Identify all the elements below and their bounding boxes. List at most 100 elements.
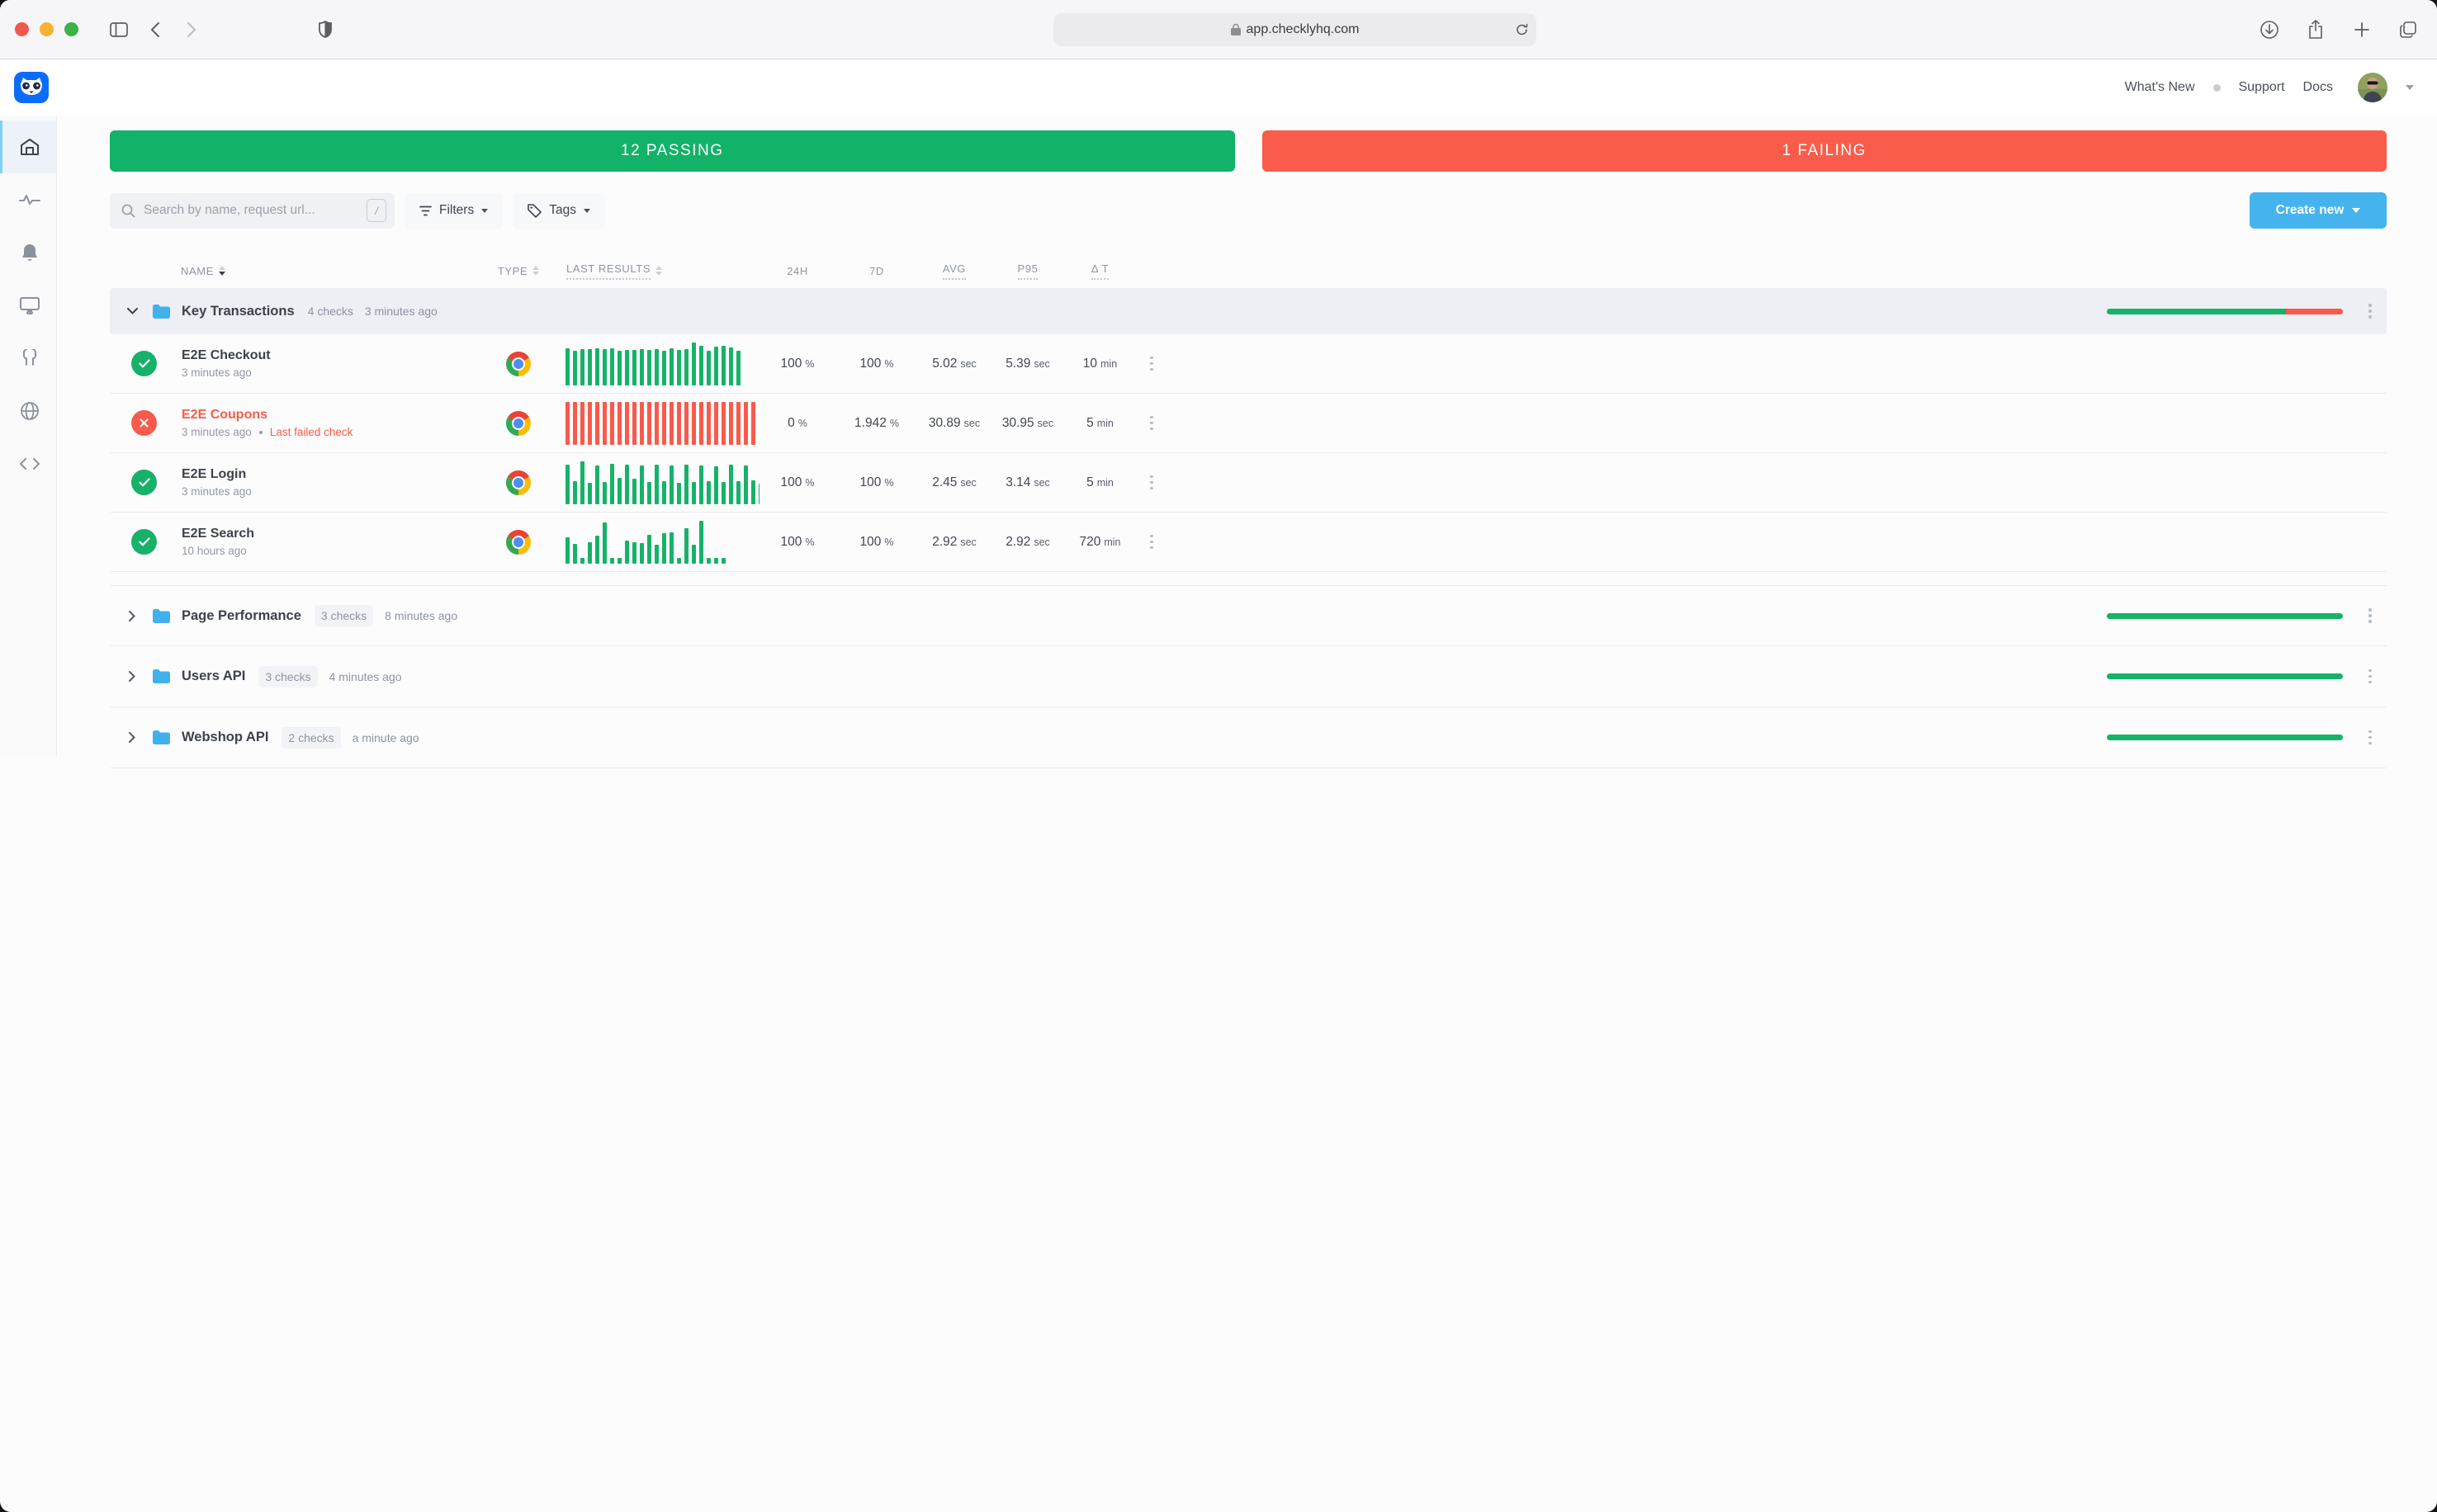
- check-name[interactable]: E2E Search: [169, 527, 489, 541]
- status-banners: 12 PASSING 1 FAILING: [110, 130, 2387, 172]
- search-box[interactable]: /: [110, 193, 395, 229]
- group-row-webshop-api[interactable]: Webshop API 2 checks a minute ago: [110, 707, 2387, 768]
- stat-delta-t: 10min: [1065, 357, 1135, 371]
- back-button[interactable]: [141, 16, 169, 44]
- last-failed-check-link[interactable]: Last failed check: [270, 426, 353, 438]
- browser-toolbar: app.checklyhq.com: [0, 0, 2437, 59]
- nav-support[interactable]: Support: [2239, 80, 2285, 95]
- stat-avg: 2.92sec: [918, 535, 991, 550]
- column-name[interactable]: NAME: [169, 265, 489, 277]
- group-updated: 8 minutes ago: [385, 609, 457, 622]
- kebab-menu-icon[interactable]: [2354, 669, 2387, 684]
- create-new-button[interactable]: Create new: [2250, 192, 2387, 229]
- account-menu-caret-icon[interactable]: [2406, 85, 2414, 90]
- sidebar-item-runtimes[interactable]: [0, 437, 56, 490]
- group-name: Page Performance: [182, 608, 301, 624]
- group-row-users-api[interactable]: Users API 3 checks 4 minutes ago: [110, 646, 2387, 707]
- group-check-count: 3 checks: [315, 605, 373, 626]
- checkly-logo[interactable]: [13, 72, 50, 103]
- group-check-count: 4 checks: [308, 305, 353, 318]
- chevron-right-icon[interactable]: [125, 671, 140, 682]
- check-time: 3 minutes ago: [182, 426, 252, 438]
- kebab-menu-icon[interactable]: [1135, 535, 1168, 550]
- sidebar-item-alerts[interactable]: [0, 226, 56, 279]
- sidebar-item-checks[interactable]: [0, 173, 56, 226]
- close-window-button[interactable]: [15, 22, 29, 36]
- status-passing-icon: [131, 351, 157, 376]
- stat-24h: 100%: [759, 357, 835, 371]
- table-header: NAME TYPE LAST RESULTS 24H 7D AVG P95 Δ …: [110, 253, 2387, 288]
- kebab-menu-icon[interactable]: [2354, 730, 2387, 745]
- sort-icon: [219, 266, 225, 276]
- results-sparkline[interactable]: [548, 343, 759, 385]
- tab-overview-icon[interactable]: [2394, 16, 2422, 44]
- chevron-down-icon[interactable]: [125, 308, 140, 314]
- failing-banner[interactable]: 1 FAILING: [1262, 130, 2387, 172]
- globe-icon: [20, 401, 40, 421]
- kebab-menu-icon[interactable]: [2354, 608, 2387, 623]
- toolbar: / Filters Tags Create new: [110, 192, 2387, 229]
- group-row-key-transactions[interactable]: Key Transactions 4 checks 3 minutes ago: [110, 288, 2387, 334]
- check-row-e2e-login[interactable]: E2E Login 3 minutes ago 100% 100% 2.45se…: [110, 453, 2387, 513]
- check-name[interactable]: E2E Login: [169, 467, 489, 482]
- privacy-shield-icon[interactable]: [311, 16, 339, 44]
- group-status-bar: [2107, 613, 2343, 619]
- column-last-results[interactable]: LAST RESULTS: [548, 262, 759, 280]
- chevron-right-icon[interactable]: [125, 732, 140, 743]
- check-name[interactable]: E2E Checkout: [169, 348, 489, 363]
- results-sparkline[interactable]: [548, 461, 759, 504]
- stat-avg: 5.02sec: [918, 357, 991, 371]
- column-avg[interactable]: AVG: [918, 262, 991, 280]
- column-delta-t[interactable]: Δ T: [1065, 262, 1135, 280]
- kebab-menu-icon[interactable]: [2354, 304, 2387, 319]
- sidebar-item-dashboards[interactable]: [0, 279, 56, 332]
- column-type[interactable]: TYPE: [489, 265, 548, 277]
- window-controls: [15, 22, 78, 36]
- home-icon: [20, 138, 40, 156]
- downloads-icon[interactable]: [2255, 16, 2283, 44]
- group-updated: 3 minutes ago: [365, 305, 438, 318]
- column-p95[interactable]: P95: [991, 262, 1065, 280]
- sidebar-toggle-icon[interactable]: [105, 16, 133, 44]
- nav-whats-new[interactable]: What's New: [2125, 80, 2195, 95]
- zoom-window-button[interactable]: [64, 22, 78, 36]
- stat-avg: 30.89sec: [918, 416, 991, 431]
- address-bar[interactable]: app.checklyhq.com: [1053, 13, 1536, 46]
- folder-icon: [153, 305, 170, 319]
- group-row-page-performance[interactable]: Page Performance 3 checks 8 minutes ago: [110, 585, 2387, 646]
- check-row-e2e-coupons[interactable]: E2E Coupons 3 minutes ago Last failed ch…: [110, 394, 2387, 453]
- folder-icon: [153, 669, 170, 683]
- sidebar-item-private-locations[interactable]: [0, 385, 56, 437]
- search-input[interactable]: [144, 203, 358, 218]
- chrome-browser-icon: [506, 352, 531, 376]
- sidebar-item-maintenance[interactable]: [0, 332, 56, 385]
- results-sparkline[interactable]: [548, 402, 759, 445]
- sidebar-item-home[interactable]: [0, 120, 56, 173]
- search-shortcut-key: /: [367, 199, 386, 222]
- check-row-e2e-checkout[interactable]: E2E Checkout 3 minutes ago 100% 100% 5.0…: [110, 334, 2387, 394]
- nav-docs[interactable]: Docs: [2303, 80, 2333, 95]
- minimize-window-button[interactable]: [40, 22, 54, 36]
- kebab-menu-icon[interactable]: [1135, 357, 1168, 371]
- check-row-e2e-search[interactable]: E2E Search 10 hours ago 100% 100% 2.92se…: [110, 513, 2387, 572]
- filters-button[interactable]: Filters: [405, 193, 503, 229]
- tags-button[interactable]: Tags: [513, 193, 605, 229]
- chevron-right-icon[interactable]: [125, 611, 140, 621]
- check-name[interactable]: E2E Coupons: [169, 408, 489, 423]
- share-icon[interactable]: [2302, 16, 2330, 44]
- group-name: Users API: [182, 669, 245, 684]
- lock-icon: [1231, 23, 1241, 35]
- forward-button[interactable]: [177, 16, 206, 44]
- user-avatar[interactable]: [2358, 73, 2387, 102]
- create-new-caret-icon: [2352, 208, 2360, 213]
- reload-icon[interactable]: [1516, 23, 1528, 36]
- results-sparkline[interactable]: [548, 521, 759, 564]
- passing-banner[interactable]: 12 PASSING: [110, 130, 1235, 172]
- code-icon: [19, 457, 40, 470]
- new-tab-icon[interactable]: [2348, 16, 2376, 44]
- kebab-menu-icon[interactable]: [1135, 416, 1168, 431]
- kebab-menu-icon[interactable]: [1135, 475, 1168, 490]
- column-7d[interactable]: 7D: [835, 265, 918, 277]
- chrome-browser-icon: [506, 530, 531, 555]
- column-24h[interactable]: 24H: [759, 265, 835, 277]
